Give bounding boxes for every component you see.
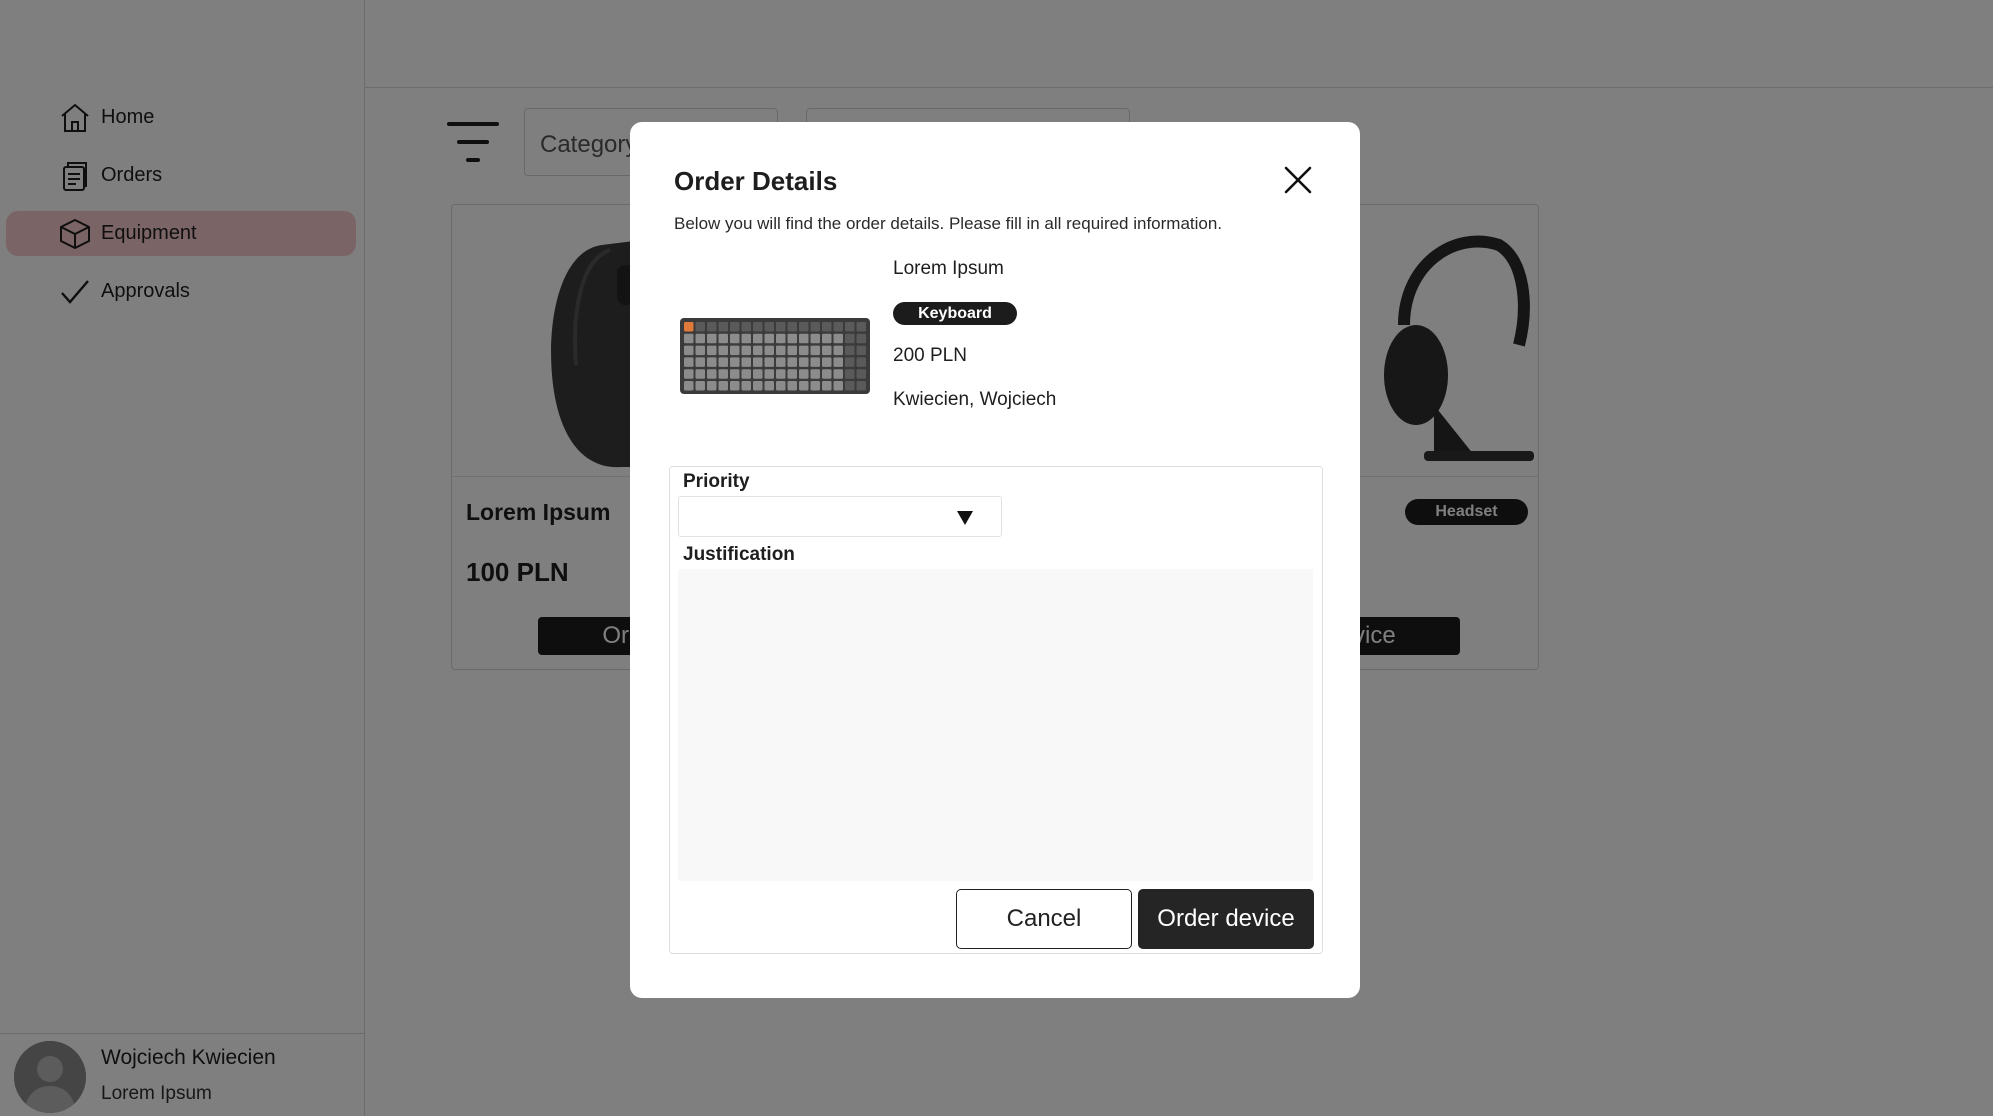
dialog-title: Order Details bbox=[674, 166, 838, 196]
justification-input[interactable] bbox=[678, 569, 1313, 881]
order-details-dialog: Order Details Below you will find the or… bbox=[630, 122, 1360, 998]
keyboard-image bbox=[680, 318, 870, 394]
close-icon bbox=[1284, 166, 1312, 194]
product-price: 200 PLN bbox=[893, 345, 967, 366]
category-badge: Keyboard bbox=[893, 302, 1017, 325]
order-form: Priority Justification Cancel Order devi… bbox=[669, 466, 1323, 954]
caret-down-icon bbox=[957, 511, 973, 525]
dialog-description: Below you will find the order details. P… bbox=[674, 214, 1223, 233]
order-device-button[interactable]: Order device bbox=[1138, 889, 1314, 949]
product-owner: Kwiecien, Wojciech bbox=[893, 389, 1057, 410]
cancel-button[interactable]: Cancel bbox=[956, 889, 1132, 949]
close-button[interactable] bbox=[1282, 164, 1314, 196]
justification-label: Justification bbox=[683, 544, 795, 565]
product-name: Lorem Ipsum bbox=[893, 258, 1004, 279]
priority-select[interactable] bbox=[678, 496, 1002, 537]
priority-label: Priority bbox=[683, 471, 750, 492]
